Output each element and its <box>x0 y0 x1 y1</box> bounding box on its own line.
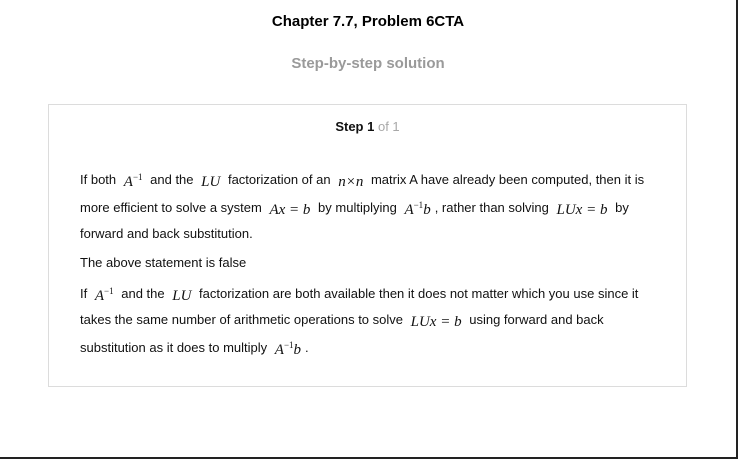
verdict-paragraph: The above statement is false <box>80 255 247 270</box>
solution-subtitle: Step-by-step solution <box>291 55 445 72</box>
text: If <box>80 286 88 301</box>
statement-paragraph: If both A−1 and the LU factorization of … <box>80 166 660 245</box>
math-base: A <box>404 202 414 218</box>
math-a-inverse: A−1 <box>124 166 143 194</box>
math-lux-equals-b: LUx = b <box>410 314 462 330</box>
math-tail: b <box>293 342 302 358</box>
step-label: Step 1 <box>335 119 375 134</box>
text: If both <box>80 172 117 187</box>
text: factorization of an <box>227 172 331 187</box>
math-sup: −1 <box>104 286 114 296</box>
solution-card: Step 1 of 1 If both A−1 and the LU facto… <box>48 104 687 387</box>
math-sup: −1 <box>413 200 424 210</box>
math-base: A <box>274 342 284 358</box>
math-sup: −1 <box>132 172 143 182</box>
explanation-paragraph: If A−1 and the LU factorization are both… <box>80 280 660 362</box>
step-count: of 1 <box>377 119 400 134</box>
math-base: A <box>94 288 105 304</box>
text: by multiplying <box>318 200 397 215</box>
math-base: A <box>123 174 133 190</box>
math-tail: b <box>423 202 431 218</box>
math-lu: LU <box>172 288 192 304</box>
math-a-inverse-b: A−1b <box>275 334 301 362</box>
math-a-inverse: A−1 <box>95 280 114 308</box>
chapter-title: Chapter 7.7, Problem 6CTA <box>271 13 465 30</box>
math-lu: LU <box>201 174 221 190</box>
text: and the <box>121 286 165 301</box>
text: . <box>305 340 309 355</box>
text: and the <box>150 172 194 187</box>
step-content: If both A−1 and the LU factorization of … <box>80 166 660 368</box>
math-sup: −1 <box>283 340 294 350</box>
math-ax-equals-b: Ax = b <box>269 202 311 218</box>
math-lux-equals-b: LUx = b <box>556 202 608 218</box>
math-a-inverse-b: A−1b <box>404 194 430 222</box>
step-header: Step 1 of 1 <box>49 119 686 134</box>
text: , rather than solving <box>434 200 549 215</box>
math-n-by-n: n×n <box>338 174 364 190</box>
